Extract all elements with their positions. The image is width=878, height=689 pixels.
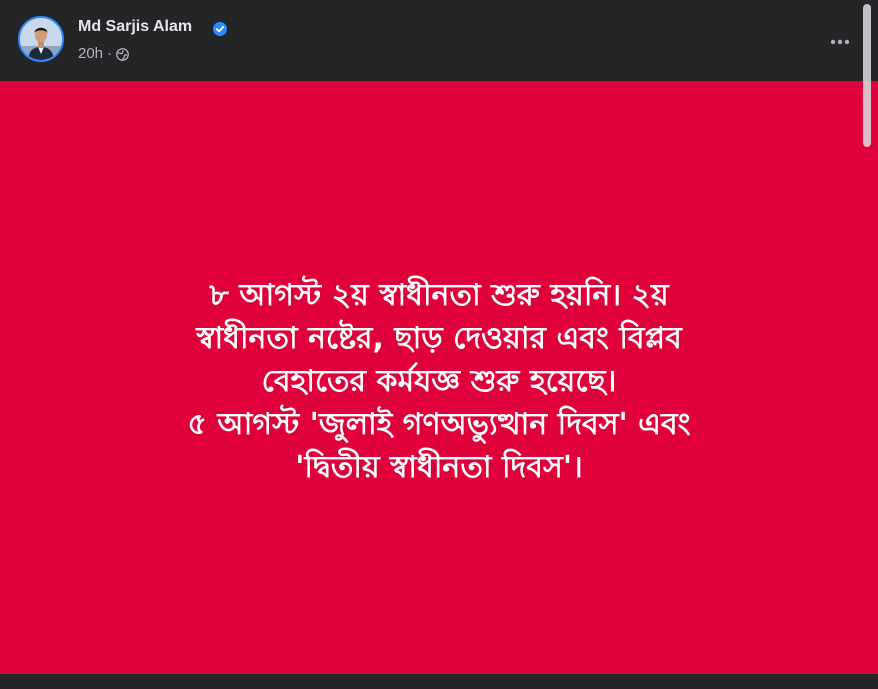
author-avatar[interactable] — [18, 16, 64, 62]
globe-icon[interactable] — [116, 47, 129, 61]
post-text-line-3: বেহাতের কর্মযজ্ঞ শুরু হয়েছে। — [261, 364, 617, 399]
more-horizontal-icon — [830, 39, 850, 45]
post-header: Md Sarjis Alam 20h · — [0, 0, 878, 81]
post-text-line-2: স্বাধীনতা নষ্টের, ছাড় দেওয়ার এবং বিপ্ল… — [196, 321, 682, 356]
scrollbar-thumb[interactable] — [863, 4, 871, 147]
post-text-line-4: ৫ আগস্ট 'জুলাই গণঅভ্যুত্থান দিবস' এবং — [187, 407, 691, 442]
more-options-button[interactable] — [822, 24, 858, 60]
post-text-line-5: 'দ্বিতীয় স্বাধীনতা দিবস'। — [295, 450, 583, 485]
post-timestamp[interactable]: 20h — [78, 44, 103, 64]
verified-badge-icon — [213, 22, 227, 36]
author-name[interactable]: Md Sarjis Alam — [78, 17, 192, 37]
post-image-text: ৮ আগস্ট ২য় স্বাধীনতা শুরু হয়নি। ২য় স্… — [39, 81, 839, 674]
profile-photo-icon — [20, 18, 62, 60]
post-text-image[interactable]: ৮ আগস্ট ২য় স্বাধীনতা শুরু হয়নি। ২য় স্… — [0, 81, 878, 674]
post-text-line-1: ৮ আগস্ট ২য় স্বাধীনতা শুরু হয়নি। ২য় — [209, 278, 669, 313]
meta-separator: · — [107, 45, 113, 62]
post-meta: 20h · — [78, 44, 129, 64]
facebook-post: Md Sarjis Alam 20h · ৮ আগস্ট ২য় স্বাধীন… — [0, 0, 878, 689]
post-footer-edge — [0, 674, 878, 689]
